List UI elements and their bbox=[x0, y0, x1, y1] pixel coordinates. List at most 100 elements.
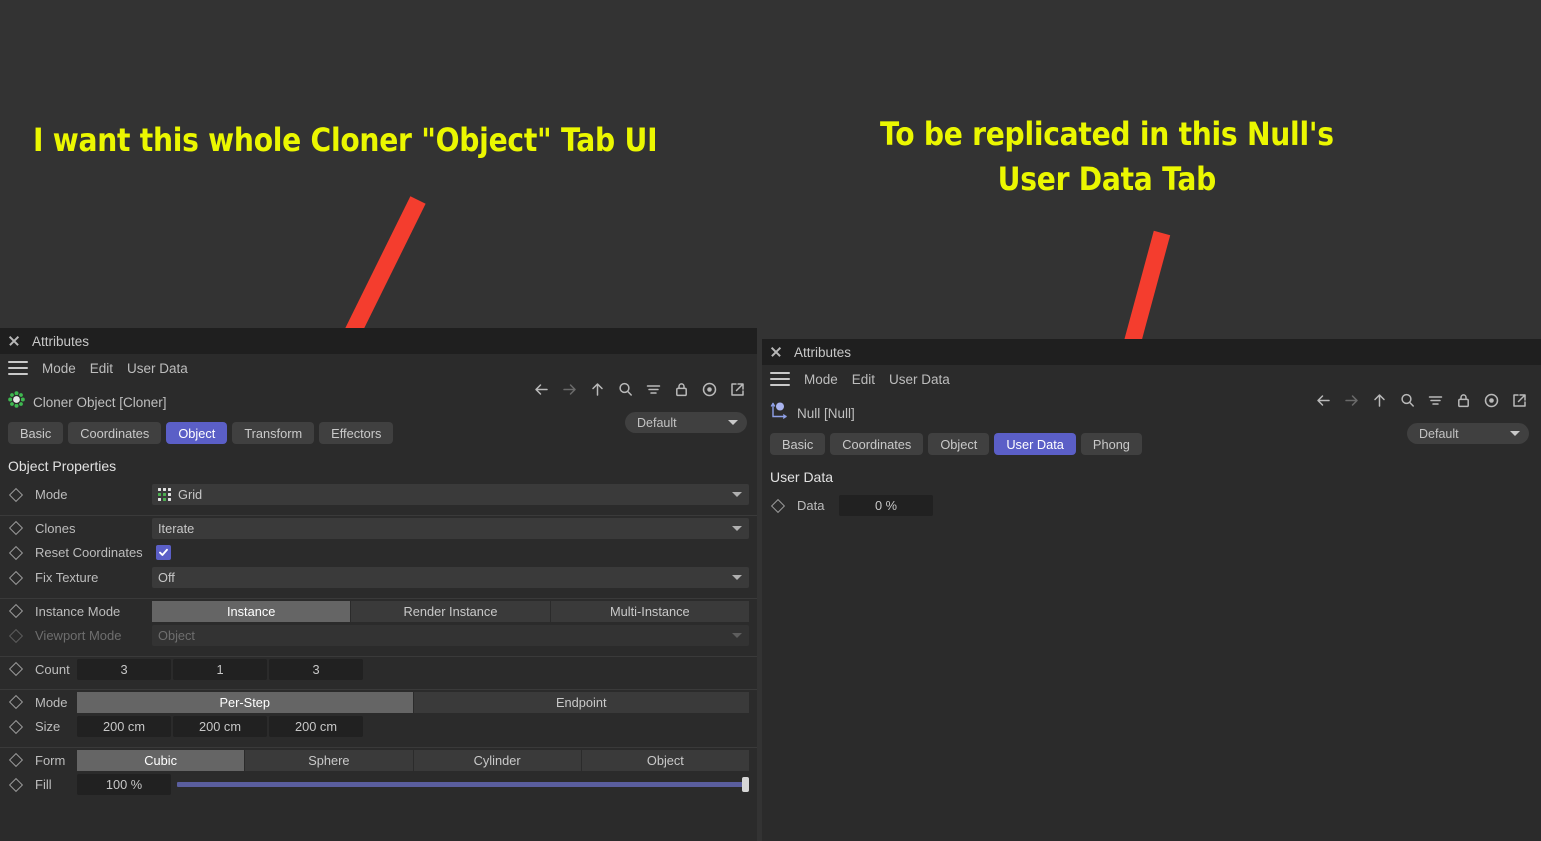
menu-item-edit[interactable]: Edit bbox=[90, 361, 113, 376]
panel-body-right: Mode Edit User Data Default Null [Null] … bbox=[762, 365, 1541, 841]
back-arrow-icon[interactable] bbox=[1314, 391, 1333, 410]
tab-basic[interactable]: Basic bbox=[8, 422, 64, 444]
keyframe-diamond-icon bbox=[8, 628, 24, 643]
tab-object[interactable]: Object bbox=[166, 422, 228, 444]
panel-body-left: Mode Edit User Data Default Cloner Objec… bbox=[0, 354, 757, 841]
section-title-object-properties: Object Properties bbox=[8, 458, 117, 474]
segment-cubic[interactable]: Cubic bbox=[77, 749, 245, 771]
menu-item-mode[interactable]: Mode bbox=[42, 361, 76, 376]
tab-effectors[interactable]: Effectors bbox=[319, 422, 394, 444]
keyframe-diamond-icon[interactable] bbox=[8, 777, 24, 792]
search-icon[interactable] bbox=[1398, 391, 1417, 410]
record-icon[interactable] bbox=[1482, 391, 1501, 410]
preset-value: Default bbox=[1419, 426, 1459, 441]
count-x-input[interactable]: 3 bbox=[77, 658, 171, 680]
cloner-gear-icon bbox=[8, 391, 25, 413]
annotation-left-text: I want this whole Cloner "Object" Tab UI bbox=[33, 121, 658, 159]
keyframe-diamond-icon[interactable] bbox=[8, 694, 24, 710]
menu-item-user-data[interactable]: User Data bbox=[889, 372, 950, 387]
tab-basic[interactable]: Basic bbox=[770, 433, 826, 455]
keyframe-diamond-icon[interactable] bbox=[8, 719, 24, 734]
size-x-input[interactable]: 200 cm bbox=[77, 716, 171, 737]
chevron-down-icon bbox=[1510, 431, 1520, 436]
property-row-reset-coordinates: Reset Coordinates bbox=[0, 540, 757, 565]
filter-icon[interactable] bbox=[1426, 391, 1445, 410]
forward-arrow-icon[interactable] bbox=[1342, 391, 1361, 410]
grid-icon bbox=[158, 488, 171, 501]
keyframe-diamond-icon[interactable] bbox=[770, 498, 786, 513]
keyframe-diamond-icon[interactable] bbox=[8, 752, 24, 768]
forward-arrow-icon[interactable] bbox=[560, 380, 579, 399]
record-icon[interactable] bbox=[700, 380, 719, 399]
search-icon[interactable] bbox=[616, 380, 635, 399]
keyframe-diamond-icon[interactable] bbox=[8, 520, 24, 536]
keyframe-diamond-icon[interactable] bbox=[8, 570, 24, 585]
hamburger-menu-icon[interactable] bbox=[8, 361, 28, 375]
tab-coordinates[interactable]: Coordinates bbox=[68, 422, 162, 444]
segment-sphere[interactable]: Sphere bbox=[245, 749, 413, 771]
segment-per-step[interactable]: Per-Step bbox=[77, 691, 413, 713]
reset-coordinates-checkbox[interactable] bbox=[156, 545, 171, 560]
popout-icon[interactable] bbox=[728, 380, 747, 399]
property-row-step-mode: Mode Per-Step Endpoint bbox=[0, 689, 757, 714]
property-label: Viewport Mode bbox=[35, 628, 122, 643]
tab-phong[interactable]: Phong bbox=[1080, 433, 1142, 455]
lock-icon[interactable] bbox=[672, 380, 691, 399]
size-z-input[interactable]: 200 cm bbox=[269, 716, 363, 737]
back-arrow-icon[interactable] bbox=[532, 380, 551, 399]
chevron-down-icon bbox=[732, 633, 742, 638]
size-y-input[interactable]: 200 cm bbox=[173, 716, 267, 737]
property-row-fill: Fill 100 % bbox=[0, 772, 757, 797]
property-label: Instance Mode bbox=[35, 603, 121, 619]
property-label: Fill bbox=[35, 777, 52, 792]
mode-dropdown[interactable]: Grid bbox=[152, 484, 749, 505]
viewport-mode-dropdown: Object bbox=[152, 625, 749, 646]
fix-texture-dropdown[interactable]: Off bbox=[152, 567, 749, 588]
segment-object[interactable]: Object bbox=[581, 749, 749, 771]
close-icon[interactable] bbox=[768, 344, 784, 360]
lock-icon[interactable] bbox=[1454, 391, 1473, 410]
segment-endpoint[interactable]: Endpoint bbox=[413, 691, 749, 713]
step-mode-segmented: Per-Step Endpoint bbox=[77, 691, 749, 713]
hamburger-menu-icon[interactable] bbox=[770, 372, 790, 386]
property-row-count: Count 3 1 3 bbox=[0, 656, 757, 681]
toolbar-icons-left bbox=[532, 380, 747, 399]
keyframe-diamond-icon[interactable] bbox=[8, 603, 24, 619]
segment-cylinder[interactable]: Cylinder bbox=[413, 749, 581, 771]
property-label: Count bbox=[35, 661, 70, 677]
keyframe-diamond-icon[interactable] bbox=[8, 545, 24, 560]
data-value-input[interactable]: 0 % bbox=[839, 495, 933, 516]
count-y-input[interactable]: 1 bbox=[173, 658, 267, 680]
close-icon[interactable] bbox=[6, 333, 22, 349]
preset-dropdown-left[interactable]: Default bbox=[625, 412, 747, 433]
count-z-input[interactable]: 3 bbox=[269, 658, 363, 680]
tab-coordinates[interactable]: Coordinates bbox=[830, 433, 924, 455]
menu-item-edit[interactable]: Edit bbox=[852, 372, 875, 387]
tab-user-data[interactable]: User Data bbox=[994, 433, 1076, 455]
segment-instance[interactable]: Instance bbox=[152, 600, 351, 622]
clones-dropdown[interactable]: Iterate bbox=[152, 517, 749, 539]
segment-multi-instance[interactable]: Multi-Instance bbox=[550, 600, 749, 622]
popout-icon[interactable] bbox=[1510, 391, 1529, 410]
preset-dropdown-right[interactable]: Default bbox=[1407, 423, 1529, 444]
segment-render-instance[interactable]: Render Instance bbox=[351, 600, 550, 622]
fill-slider-knob[interactable] bbox=[742, 777, 749, 792]
tab-transform[interactable]: Transform bbox=[232, 422, 315, 444]
menu-item-mode[interactable]: Mode bbox=[804, 372, 838, 387]
tab-object[interactable]: Object bbox=[928, 433, 990, 455]
property-label: Size bbox=[35, 719, 61, 734]
property-row-data: Data 0 % bbox=[762, 493, 1541, 518]
up-arrow-icon[interactable] bbox=[1370, 391, 1389, 410]
fill-value-input[interactable]: 100 % bbox=[77, 774, 171, 795]
menu-item-user-data[interactable]: User Data bbox=[127, 361, 188, 376]
mode-value: Grid bbox=[178, 487, 203, 502]
annotation-right-text: To be replicated in this Null's User Dat… bbox=[880, 115, 1334, 199]
instance-mode-segmented: Instance Render Instance Multi-Instance bbox=[152, 600, 749, 622]
keyframe-diamond-icon[interactable] bbox=[8, 487, 24, 502]
up-arrow-icon[interactable] bbox=[588, 380, 607, 399]
fill-slider[interactable] bbox=[177, 774, 749, 795]
filter-icon[interactable] bbox=[644, 380, 663, 399]
fix-texture-value: Off bbox=[158, 570, 175, 585]
menubar-right: Mode Edit User Data bbox=[762, 365, 1541, 393]
keyframe-diamond-icon[interactable] bbox=[8, 661, 24, 677]
